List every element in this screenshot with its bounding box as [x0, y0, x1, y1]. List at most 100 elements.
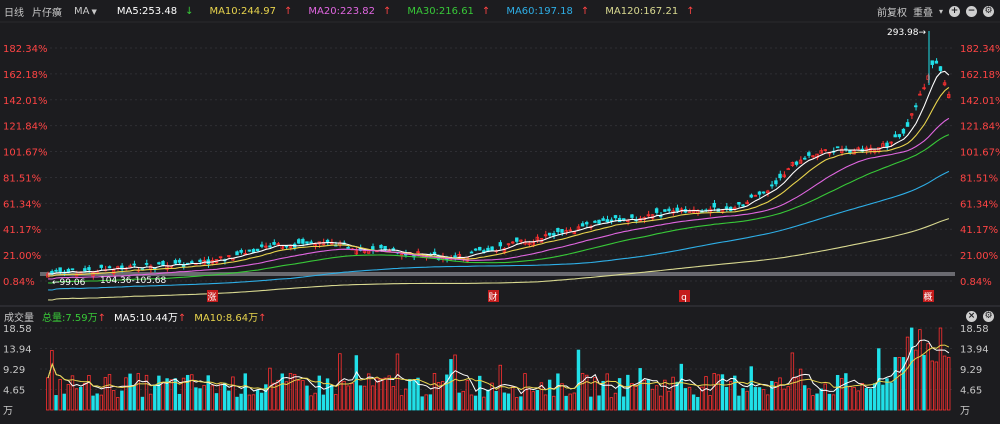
volume-bar	[99, 394, 103, 411]
volume-bar	[111, 390, 116, 411]
candle-body	[663, 209, 667, 212]
volume-bar	[531, 391, 535, 411]
volume-bar	[428, 394, 433, 411]
volume-toolbar: 成交量 总量:7.59万↑ MA5:10.44万↑ MA10:8.64万↑ × …	[0, 307, 1000, 325]
volume-bar	[140, 396, 145, 411]
price-axis-label-right: 162.18%	[960, 70, 1000, 81]
volume-bar	[412, 379, 416, 411]
volume-bar	[144, 374, 149, 411]
volume-bar	[268, 367, 272, 411]
volume-bar	[449, 359, 453, 411]
candle-body	[774, 180, 778, 185]
volume-bar	[132, 385, 136, 411]
candle-body	[132, 263, 136, 266]
volume-ma5-line	[47, 339, 950, 395]
candle-body	[934, 60, 939, 64]
volume-bar	[346, 385, 350, 411]
volume-bar	[704, 376, 708, 411]
volume-bar	[231, 376, 235, 411]
candle-body	[712, 202, 716, 208]
candle-body	[297, 239, 301, 244]
volume-bar	[675, 381, 679, 411]
volume-bar	[185, 374, 190, 411]
volume-bar	[761, 389, 766, 411]
candle-body	[469, 251, 474, 254]
volume-bar	[66, 384, 71, 411]
candle-body	[473, 248, 478, 251]
volume-bar	[210, 385, 215, 411]
candle-body	[260, 244, 264, 247]
volume-bar	[856, 390, 860, 411]
volume-bar	[626, 374, 630, 411]
candle-body	[757, 191, 762, 195]
volume-bar	[716, 374, 721, 411]
high-price-label: 293.98→	[887, 28, 926, 38]
volume-bar	[667, 390, 671, 411]
volume-bar	[387, 375, 391, 411]
volume-bar	[552, 395, 556, 411]
volume-bar	[527, 388, 531, 411]
volume-bar	[881, 384, 885, 411]
volume-bar	[83, 382, 87, 411]
price-axis-label-right: 21.00%	[960, 251, 998, 262]
volume-bar	[469, 394, 474, 411]
volume-bar	[235, 396, 239, 411]
volume-bar	[765, 394, 770, 411]
candle-body	[498, 242, 503, 247]
volume-bar	[868, 388, 873, 411]
volume-bar	[329, 385, 334, 411]
volume-bar	[840, 378, 844, 411]
volume-bar	[482, 396, 486, 411]
candle-body	[901, 128, 906, 134]
range-label: 104.36-105.68	[100, 276, 167, 286]
volume-bar	[313, 392, 317, 411]
volume-bar	[560, 383, 564, 411]
volume-bar	[712, 373, 716, 411]
volume-bar	[737, 395, 741, 411]
volume-bar	[334, 394, 338, 411]
volume-bar	[519, 396, 523, 411]
volume-bar	[696, 396, 700, 411]
close-icon[interactable]: ×	[966, 310, 977, 322]
volume-unit-left: 万	[3, 406, 13, 417]
candle-body	[601, 218, 605, 221]
candle-body	[144, 263, 149, 265]
settings-icon[interactable]: ⚙	[983, 310, 994, 322]
price-axis-label-right: 0.84%	[960, 277, 992, 288]
candle-body	[272, 242, 276, 245]
candle-body	[914, 105, 918, 108]
candle-body	[778, 173, 782, 179]
volume-bar	[116, 397, 120, 411]
candle-body	[761, 191, 766, 194]
volume-bar	[691, 394, 696, 411]
candle-body	[379, 244, 383, 249]
kline-chart[interactable]: 182.34% 182.34% 162.18% 162.18% 142.01% 142.0…	[0, 0, 1000, 424]
price-axis-label-left: 61.34%	[3, 199, 41, 210]
candle-body	[107, 266, 112, 269]
volume-bar	[255, 389, 260, 411]
volume-bar	[148, 393, 153, 411]
volume-bar	[523, 373, 527, 411]
volume-bar	[823, 383, 827, 411]
event-marker-label: 概	[923, 291, 932, 303]
volume-bar	[276, 379, 280, 411]
volume-bar	[173, 378, 178, 411]
price-axis-label-left: 21.00%	[3, 251, 41, 262]
volume-bar	[605, 373, 609, 411]
volume-bar	[58, 379, 62, 411]
volume-bar	[206, 375, 210, 411]
price-axis-label-right: 41.17%	[960, 225, 998, 236]
volume-bar	[547, 379, 552, 411]
volume-bar	[827, 393, 832, 411]
candle-body	[654, 208, 659, 213]
volume-bar	[659, 395, 663, 411]
volume-bar	[864, 388, 869, 411]
volume-bar	[506, 393, 511, 411]
candle-body	[848, 150, 852, 154]
volume-bar	[683, 388, 688, 411]
candle-body	[675, 207, 679, 212]
volume-bar	[638, 368, 642, 411]
low-price-label: ←99.06	[52, 278, 86, 288]
volume-bar	[465, 380, 470, 411]
price-axis-label-left: 162.18%	[3, 70, 48, 81]
